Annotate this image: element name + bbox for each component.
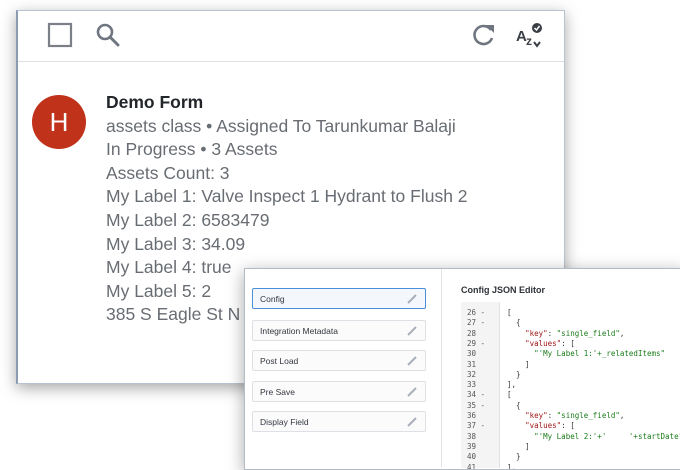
config-item-post-load[interactable]: Post Load xyxy=(252,350,426,371)
line-number: 33 xyxy=(467,380,487,390)
pencil-icon[interactable] xyxy=(407,387,417,397)
record-title: Demo Form xyxy=(106,91,468,115)
line-number: 40 xyxy=(467,452,487,462)
line-number: 32 xyxy=(467,370,487,380)
code-text: { xyxy=(507,318,521,328)
line-number: 39 xyxy=(467,442,487,452)
config-editor-window: Config Integration Metadata Post Load Pr… xyxy=(244,268,680,470)
record-line-status: In Progress • 3 Assets xyxy=(106,138,468,162)
record-line-assets-count: Assets Count: 3 xyxy=(106,162,468,186)
record-line-class: assets class • Assigned To Tarunkumar Ba… xyxy=(106,115,468,139)
config-item-display-field[interactable]: Display Field xyxy=(252,411,426,432)
config-item-label: Display Field xyxy=(260,417,309,427)
json-code-editor[interactable]: 26 - [27 - {28 "key": "single_field", 29 -… xyxy=(461,302,680,468)
config-item-label: Post Load xyxy=(260,356,298,366)
line-number: 34 - xyxy=(467,390,487,400)
record-line-label-2: My Label 2: 6583479 xyxy=(106,209,468,233)
code-text: [ xyxy=(507,308,512,318)
pencil-icon[interactable] xyxy=(407,356,417,366)
checkbox-icon[interactable] xyxy=(46,21,74,49)
refresh-icon[interactable] xyxy=(470,21,498,49)
code-text: } xyxy=(507,370,521,380)
line-number: 27 - xyxy=(467,318,487,328)
config-sections-panel: Config Integration Metadata Post Load Pr… xyxy=(245,269,442,467)
line-number: 41 xyxy=(467,463,487,470)
code-text: ] xyxy=(507,442,530,452)
code-text: [ xyxy=(507,390,512,400)
pencil-icon[interactable] xyxy=(407,417,417,427)
config-item-integration-metadata[interactable]: Integration Metadata xyxy=(252,320,426,341)
code-text: "'My Label 2:'+' '+startDate" xyxy=(507,432,680,442)
line-number: 30 xyxy=(467,349,487,359)
pencil-icon[interactable] xyxy=(407,294,417,304)
pencil-icon[interactable] xyxy=(407,326,417,336)
config-item-pre-save[interactable]: Pre Save xyxy=(252,381,426,402)
code-text: { xyxy=(507,401,521,411)
code-text: ] xyxy=(507,360,530,370)
code-text: ], xyxy=(507,380,516,390)
code-text: ], xyxy=(507,463,516,470)
config-item-config[interactable]: Config xyxy=(252,288,426,309)
code-text: "'My Label 1:'+_relatedItems" xyxy=(507,349,665,359)
sort-az-icon[interactable]: A z xyxy=(515,21,543,49)
line-number: 31 xyxy=(467,360,487,370)
line-number: 29 - xyxy=(467,339,487,349)
record-line-label-1: My Label 1: Valve Inspect 1 Hydrant to F… xyxy=(106,185,468,209)
line-number: 36 xyxy=(467,411,487,421)
svg-text:z: z xyxy=(526,34,532,48)
line-number: 38 xyxy=(467,432,487,442)
toolbar: A z xyxy=(18,11,564,62)
line-number: 26 - xyxy=(467,308,487,318)
code-text: "key": "single_field", xyxy=(507,411,624,421)
line-number: 35 - xyxy=(467,401,487,411)
line-number: 37 - xyxy=(467,421,487,431)
code-text: "values": [ xyxy=(507,421,575,431)
avatar: H xyxy=(32,95,86,149)
config-item-label: Config xyxy=(260,294,285,304)
code-text: "key": "single_field", xyxy=(507,329,624,339)
config-item-label: Integration Metadata xyxy=(260,326,338,336)
editor-title: Config JSON Editor xyxy=(461,285,545,295)
record-line-label-3: My Label 3: 34.09 xyxy=(106,233,468,257)
search-icon[interactable] xyxy=(94,21,122,49)
config-item-label: Pre Save xyxy=(260,387,295,397)
code-text: "values": [ xyxy=(507,339,575,349)
code-text: } xyxy=(507,452,521,462)
line-number: 28 xyxy=(467,329,487,339)
